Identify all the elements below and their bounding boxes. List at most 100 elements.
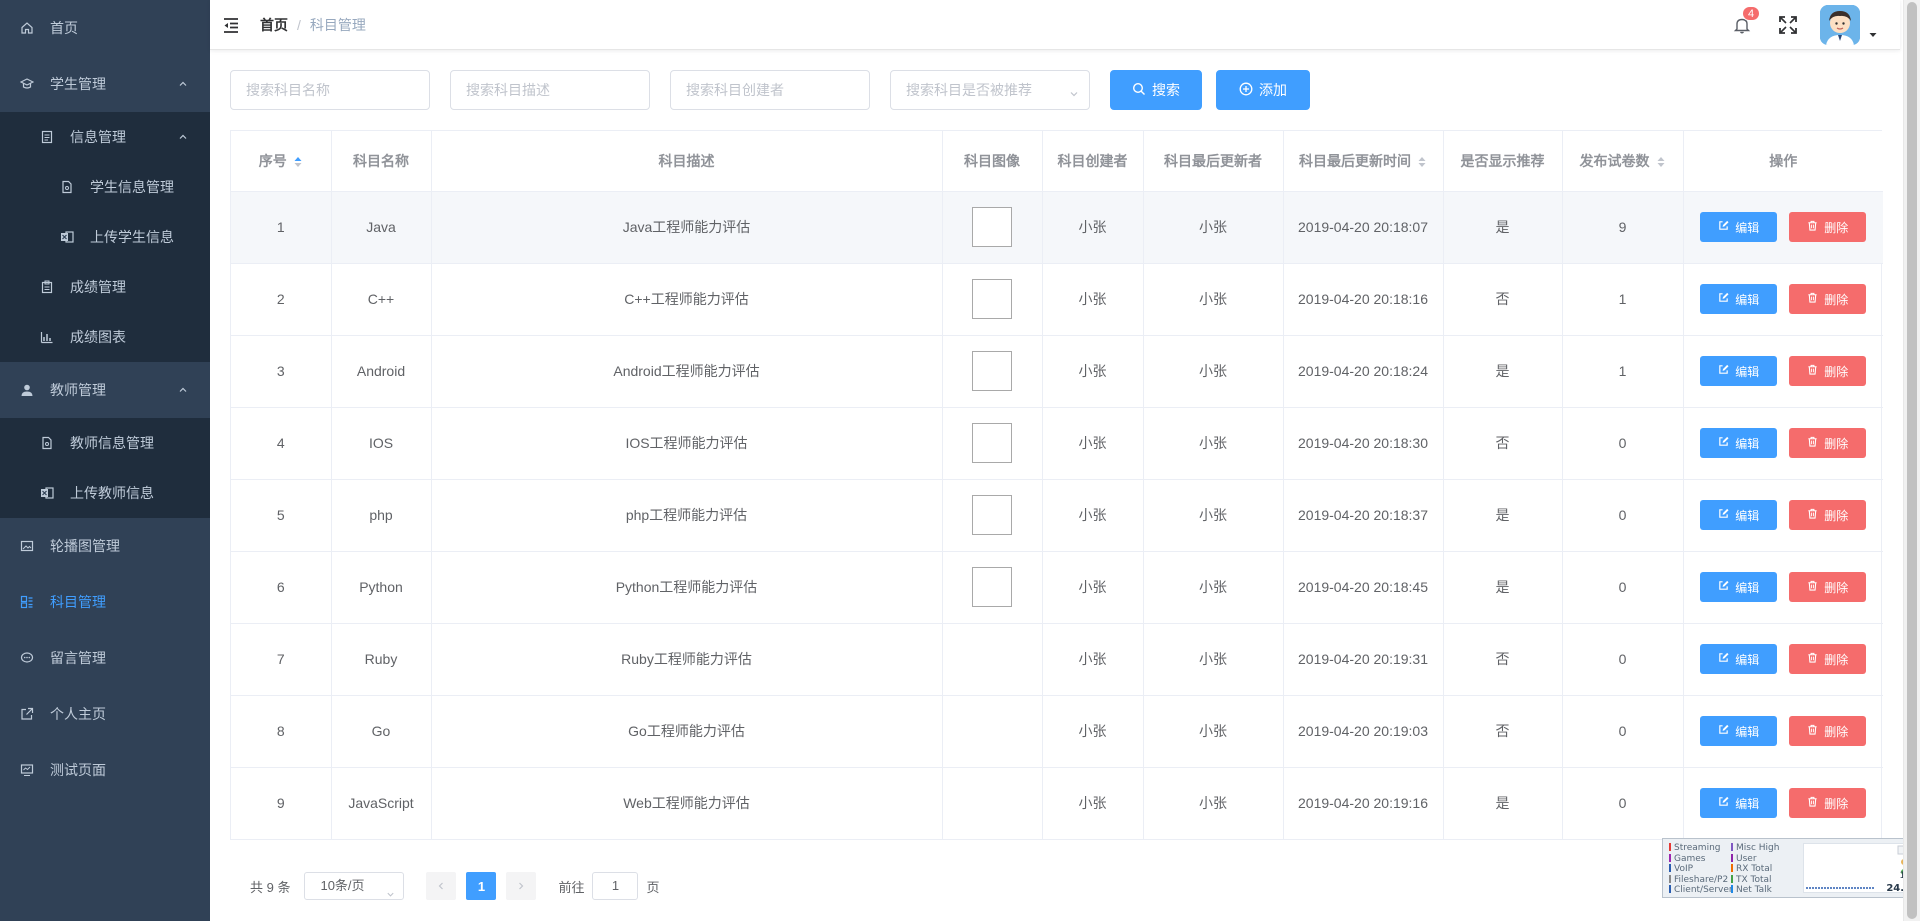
delete-button[interactable]: 删除 (1789, 212, 1867, 242)
edit-button[interactable]: 编辑 (1700, 716, 1778, 746)
add-button[interactable]: 添加 (1216, 70, 1310, 110)
sort-ascending-icon[interactable] (293, 155, 303, 169)
column-header-papers[interactable]: 发布试卷数 (1562, 131, 1684, 192)
table-row[interactable]: 4 IOS IOS工程师能力评估 小张 小张 2019-04-20 20:18:30 否 0 编… (231, 407, 1883, 480)
table-row[interactable]: 3 Android Android工程师能力评估 小张 小张 2019-04-20 20:… (231, 335, 1883, 408)
delete-button[interactable]: 删除 (1789, 500, 1867, 530)
sort-icon[interactable] (1656, 155, 1666, 169)
trash-icon (1807, 508, 1824, 522)
table-row[interactable]: 5 php php工程师能力评估 小张 小张 2019-04-20 20:18:37 是 0 编… (231, 479, 1883, 552)
sidebar-item-label: 学生信息管理 (90, 179, 174, 195)
netmon-legend-item: User (1731, 853, 1779, 865)
delete-button[interactable]: 删除 (1789, 356, 1867, 386)
sidebar-item-student-mgmt[interactable]: 学生管理 (0, 56, 210, 112)
subject-creator-search-input[interactable] (671, 71, 869, 109)
sidebar-item-teacher-mgmt[interactable]: 教师管理 (0, 362, 210, 418)
cell-papers: 1 (1562, 335, 1684, 408)
cell-updater: 小张 (1143, 767, 1284, 839)
table-row[interactable]: 7 Ruby Ruby工程师能力评估 小张 小张 2019-04-20 20:19:31 否… (231, 623, 1883, 696)
cell-updater: 小张 (1143, 695, 1284, 768)
edit-button[interactable]: 编辑 (1700, 572, 1778, 602)
cell-name: Go (331, 695, 432, 768)
subject-creator-search-field (670, 70, 870, 110)
delete-button[interactable]: 删除 (1789, 644, 1867, 674)
prev-page-button[interactable] (426, 872, 457, 900)
page-size-select[interactable]: 10条/页 (304, 872, 405, 900)
sidebar-item-score-chart[interactable]: 成绩图表 (0, 312, 210, 362)
cell-creator: 小张 (1042, 407, 1144, 480)
table-row[interactable]: 9 JavaScript Web工程师能力评估 小张 小张 2019-04-20 20:1… (231, 767, 1883, 839)
sidebar-item-student-info-mgmt[interactable]: 学生信息管理 (0, 162, 210, 212)
cell-papers: 0 (1562, 407, 1684, 480)
column-header-id[interactable]: 序号 (231, 131, 332, 192)
sidebar-item-score-mgmt[interactable]: 成绩管理 (0, 262, 210, 312)
table-row[interactable]: 1 Java Java工程师能力评估 小张 小张 2019-04-20 20:18:07 是… (231, 191, 1883, 264)
goto-page-input[interactable]: 1 (592, 872, 639, 900)
netmon-legend-item: TX Total (1731, 874, 1779, 886)
subject-name-search-input[interactable] (231, 71, 429, 109)
table-row[interactable]: 8 Go Go工程师能力评估 小张 小张 2019-04-20 20:19:03 否 0 编辑删… (231, 695, 1883, 768)
avatar[interactable] (1820, 5, 1860, 45)
sidebar-item-message-mgmt[interactable]: 留言管理 (0, 630, 210, 686)
edit-button[interactable]: 编辑 (1700, 212, 1778, 242)
breadcrumb-home[interactable]: 首页 (260, 15, 288, 35)
edit-icon (1718, 724, 1735, 738)
subject-recommend-select[interactable] (890, 70, 1090, 110)
edit-button-label: 编辑 (1735, 580, 1760, 595)
edit-button[interactable]: 编辑 (1700, 500, 1778, 530)
delete-button[interactable]: 删除 (1789, 788, 1867, 819)
notification-button[interactable]: 4 (1732, 6, 1761, 35)
delete-button[interactable]: 删除 (1789, 572, 1867, 602)
scrollbar-thumb[interactable] (1907, 2, 1917, 919)
edit-button-label: 编辑 (1735, 796, 1760, 811)
sidebar-item-upload-student-info[interactable]: 上传学生信息 (0, 212, 210, 262)
fullscreen-icon[interactable] (1778, 15, 1798, 35)
edit-button[interactable]: 编辑 (1700, 788, 1778, 819)
sidebar-item-info-mgmt[interactable]: 信息管理 (0, 112, 210, 162)
column-header-update-time[interactable]: 科目最后更新时间 (1283, 131, 1444, 192)
cell-name: Python (331, 551, 432, 624)
cell-image (942, 335, 1043, 408)
sidebar-item-carousel-mgmt[interactable]: 轮播图管理 (0, 518, 210, 574)
cell-creator: 小张 (1042, 623, 1144, 696)
edit-button[interactable]: 编辑 (1700, 284, 1778, 314)
subject-desc-search-input[interactable] (451, 71, 649, 109)
edit-button-label: 编辑 (1735, 220, 1760, 235)
sidebar-item-upload-teacher-info[interactable]: 上传教师信息 (0, 468, 210, 518)
delete-button[interactable]: 删除 (1789, 284, 1867, 314)
sidebar-item-personal-home[interactable]: 个人主页 (0, 686, 210, 742)
sidebar-item-test-page[interactable]: 测试页面 (0, 742, 210, 798)
cell-name: Android (331, 335, 432, 408)
outdent-icon[interactable] (222, 15, 242, 35)
sidebar-item-teacher-info-mgmt[interactable]: 教师信息管理 (0, 418, 210, 468)
cell-image (942, 479, 1043, 552)
cell-desc: Go工程师能力评估 (431, 695, 943, 768)
vertical-scrollbar[interactable] (1903, 0, 1920, 921)
page-number-button[interactable]: 1 (466, 872, 497, 900)
subject-recommend-select-input[interactable] (891, 71, 1089, 109)
cell-id: 2 (231, 263, 332, 336)
sidebar-item-home[interactable]: 首页 (0, 0, 210, 56)
cell-image (942, 407, 1043, 480)
caret-down-icon[interactable] (1868, 27, 1878, 37)
search-button[interactable]: 搜索 (1110, 70, 1202, 110)
cell-id: 4 (231, 407, 332, 480)
sidebar-item-label: 留言管理 (50, 650, 106, 666)
table-row[interactable]: 6 Python Python工程师能力评估 小张 小张 2019-04-20 20:18… (231, 551, 1883, 624)
edit-button[interactable]: 编辑 (1700, 356, 1778, 386)
edit-button[interactable]: 编辑 (1700, 428, 1778, 458)
delete-button[interactable]: 删除 (1789, 716, 1867, 746)
edit-button[interactable]: 编辑 (1700, 644, 1778, 674)
app-root: 首页 学生管理 信息管理 学生信息管理 上传学生信息 成绩管理 成绩图表 教师管… (0, 0, 1920, 921)
column-header-actions: 操作 (1683, 131, 1883, 192)
sort-icon[interactable] (1417, 155, 1427, 169)
delete-button[interactable]: 删除 (1789, 428, 1867, 458)
cell-id: 3 (231, 335, 332, 408)
delete-button-label: 删除 (1824, 796, 1849, 811)
cell-actions: 编辑 删除 (1683, 623, 1883, 696)
next-page-button[interactable] (506, 872, 537, 900)
table-row[interactable]: 2 C++ C++工程师能力评估 小张 小张 2019-04-20 20:18:16 否 1 编… (231, 263, 1883, 336)
sidebar-item-subject-mgmt[interactable]: 科目管理 (0, 574, 210, 630)
chevron-right-icon (516, 879, 526, 894)
edit-icon (1718, 508, 1735, 522)
